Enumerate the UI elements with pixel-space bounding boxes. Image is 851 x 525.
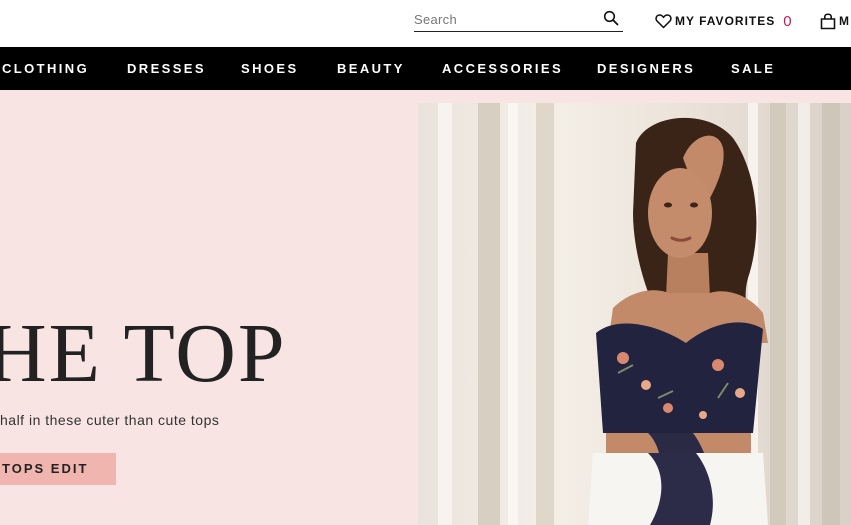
shopping-bag-icon — [820, 13, 836, 30]
favorites-count: 0 — [783, 12, 792, 30]
site-header: MY FAVORITES 0 M — [0, 0, 851, 47]
search-icon[interactable] — [603, 10, 619, 26]
favorites-label: MY FAVORITES — [675, 14, 776, 28]
nav-item-shoes[interactable]: SHOES — [241, 47, 299, 90]
bag-label: M — [839, 14, 850, 28]
nav-item-dresses[interactable]: DRESSES — [127, 47, 206, 90]
shopping-bag-link[interactable]: M — [820, 11, 850, 31]
my-favorites-link[interactable]: MY FAVORITES 0 — [655, 11, 792, 31]
hero-subtitle: half in these cuter than cute tops — [0, 412, 220, 428]
tops-edit-button[interactable]: TOPS EDIT — [0, 453, 116, 485]
hero-banner[interactable]: HE TOP half in these cuter than cute top… — [0, 90, 851, 525]
nav-item-sale[interactable]: SALE — [731, 47, 775, 90]
heart-icon — [655, 14, 672, 29]
nav-item-accessories[interactable]: ACCESSORIES — [442, 47, 563, 90]
search-box[interactable] — [414, 8, 623, 32]
nav-item-clothing[interactable]: CLOTHING — [2, 47, 89, 90]
hero-model-image — [418, 103, 851, 525]
nav-item-beauty[interactable]: BEAUTY — [337, 47, 405, 90]
nav-item-designers[interactable]: DESIGNERS — [597, 47, 695, 90]
hero-title: HE TOP — [0, 307, 287, 400]
search-input[interactable] — [414, 10, 594, 28]
main-navigation: CLOTHING DRESSES SHOES BEAUTY ACCESSORIE… — [0, 47, 851, 90]
